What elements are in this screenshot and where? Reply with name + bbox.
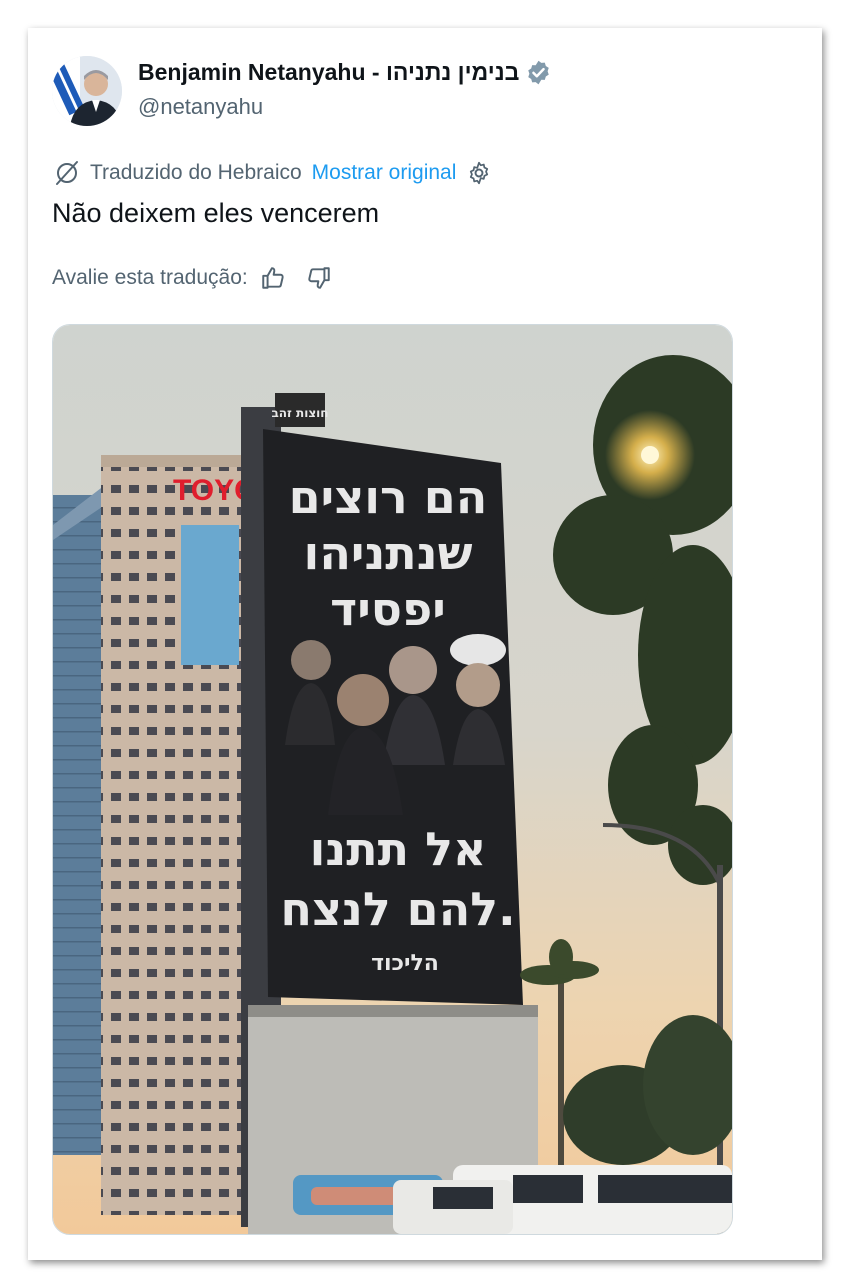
translation-bar: Traduzido do Hebraico Mostrar original <box>52 158 492 188</box>
top-sign-text: חוצות זהב <box>271 406 328 420</box>
gear-icon[interactable] <box>466 160 492 186</box>
show-original-link[interactable]: Mostrar original <box>312 161 457 185</box>
author-handle[interactable]: @netanyahu <box>138 94 263 120</box>
tweet-text: Não deixem eles vencerem <box>52 198 380 228</box>
tweet-photo[interactable]: TOYO חוצות זהב הם רוצים שנתניהו יפסיד אל… <box>52 324 733 1235</box>
avatar-photo-icon <box>52 56 122 126</box>
tweet-card: Benjamin Netanyahu - בנימין נתניהו @neta… <box>28 28 822 1260</box>
banner-line-2: שנתניהו <box>304 526 473 580</box>
translation-label: Traduzido do Hebraico <box>90 161 302 184</box>
author-name-text[interactable]: Benjamin Netanyahu - בנימין נתניהו <box>138 59 519 86</box>
author-display-name[interactable]: Benjamin Netanyahu - בנימין נתניהו <box>138 59 552 86</box>
banner-line-1: הם רוצים <box>289 470 488 524</box>
banner-line-3: יפסיד <box>330 582 446 636</box>
verified-badge-icon[interactable] <box>525 59 552 86</box>
translate-icon <box>56 161 78 185</box>
banner-logo-text: הליכוד <box>371 951 439 976</box>
thumbs-down-icon[interactable] <box>306 265 332 291</box>
billboard-photo: TOYO חוצות זהב הם רוצים שנתניהו יפסיד אל… <box>53 325 732 1234</box>
banner-line-4: אל תתנו <box>310 822 487 876</box>
banner-line-5: להם לנצח. <box>280 882 515 936</box>
rate-translation-label: Avalie esta tradução: <box>52 266 248 289</box>
thumbs-up-icon[interactable] <box>260 265 286 291</box>
rate-translation: Avalie esta tradução: <box>52 265 332 291</box>
author-avatar[interactable] <box>52 56 122 126</box>
